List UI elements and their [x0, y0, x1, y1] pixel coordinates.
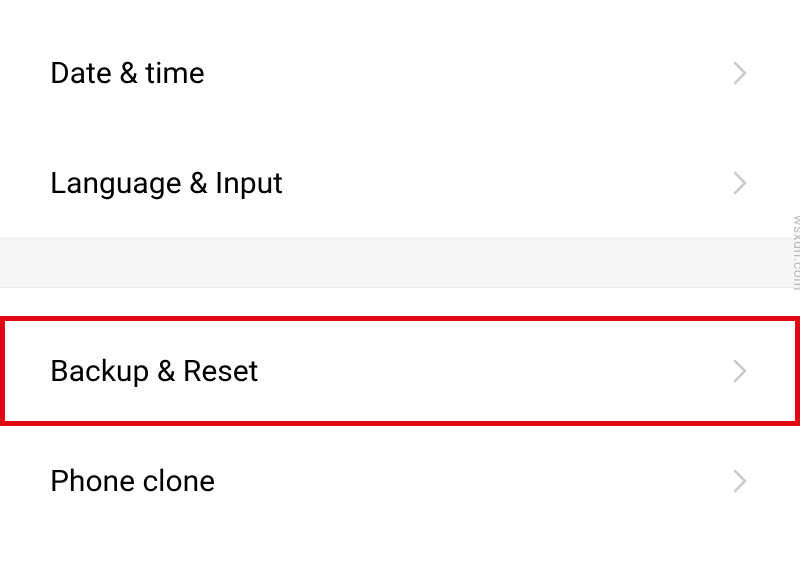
chevron-right-icon — [730, 471, 750, 491]
watermark-text: wsxdn.com — [790, 215, 800, 291]
section-divider — [0, 238, 800, 288]
chevron-right-icon — [730, 63, 750, 83]
chevron-right-icon — [730, 173, 750, 193]
setting-item-backup-reset[interactable]: Backup & Reset — [0, 316, 800, 426]
setting-item-label: Date & time — [50, 56, 205, 91]
setting-item-language-input[interactable]: Language & Input — [0, 128, 800, 238]
setting-item-label: Backup & Reset — [50, 354, 258, 389]
settings-list: Date & time Language & Input Backup & Re… — [0, 0, 800, 536]
spacer — [0, 288, 800, 316]
setting-item-date-time[interactable]: Date & time — [0, 18, 800, 128]
chevron-right-icon — [730, 361, 750, 381]
setting-item-phone-clone[interactable]: Phone clone — [0, 426, 800, 536]
spacer — [0, 0, 800, 18]
setting-item-label: Phone clone — [50, 464, 215, 499]
setting-item-label: Language & Input — [50, 166, 283, 201]
